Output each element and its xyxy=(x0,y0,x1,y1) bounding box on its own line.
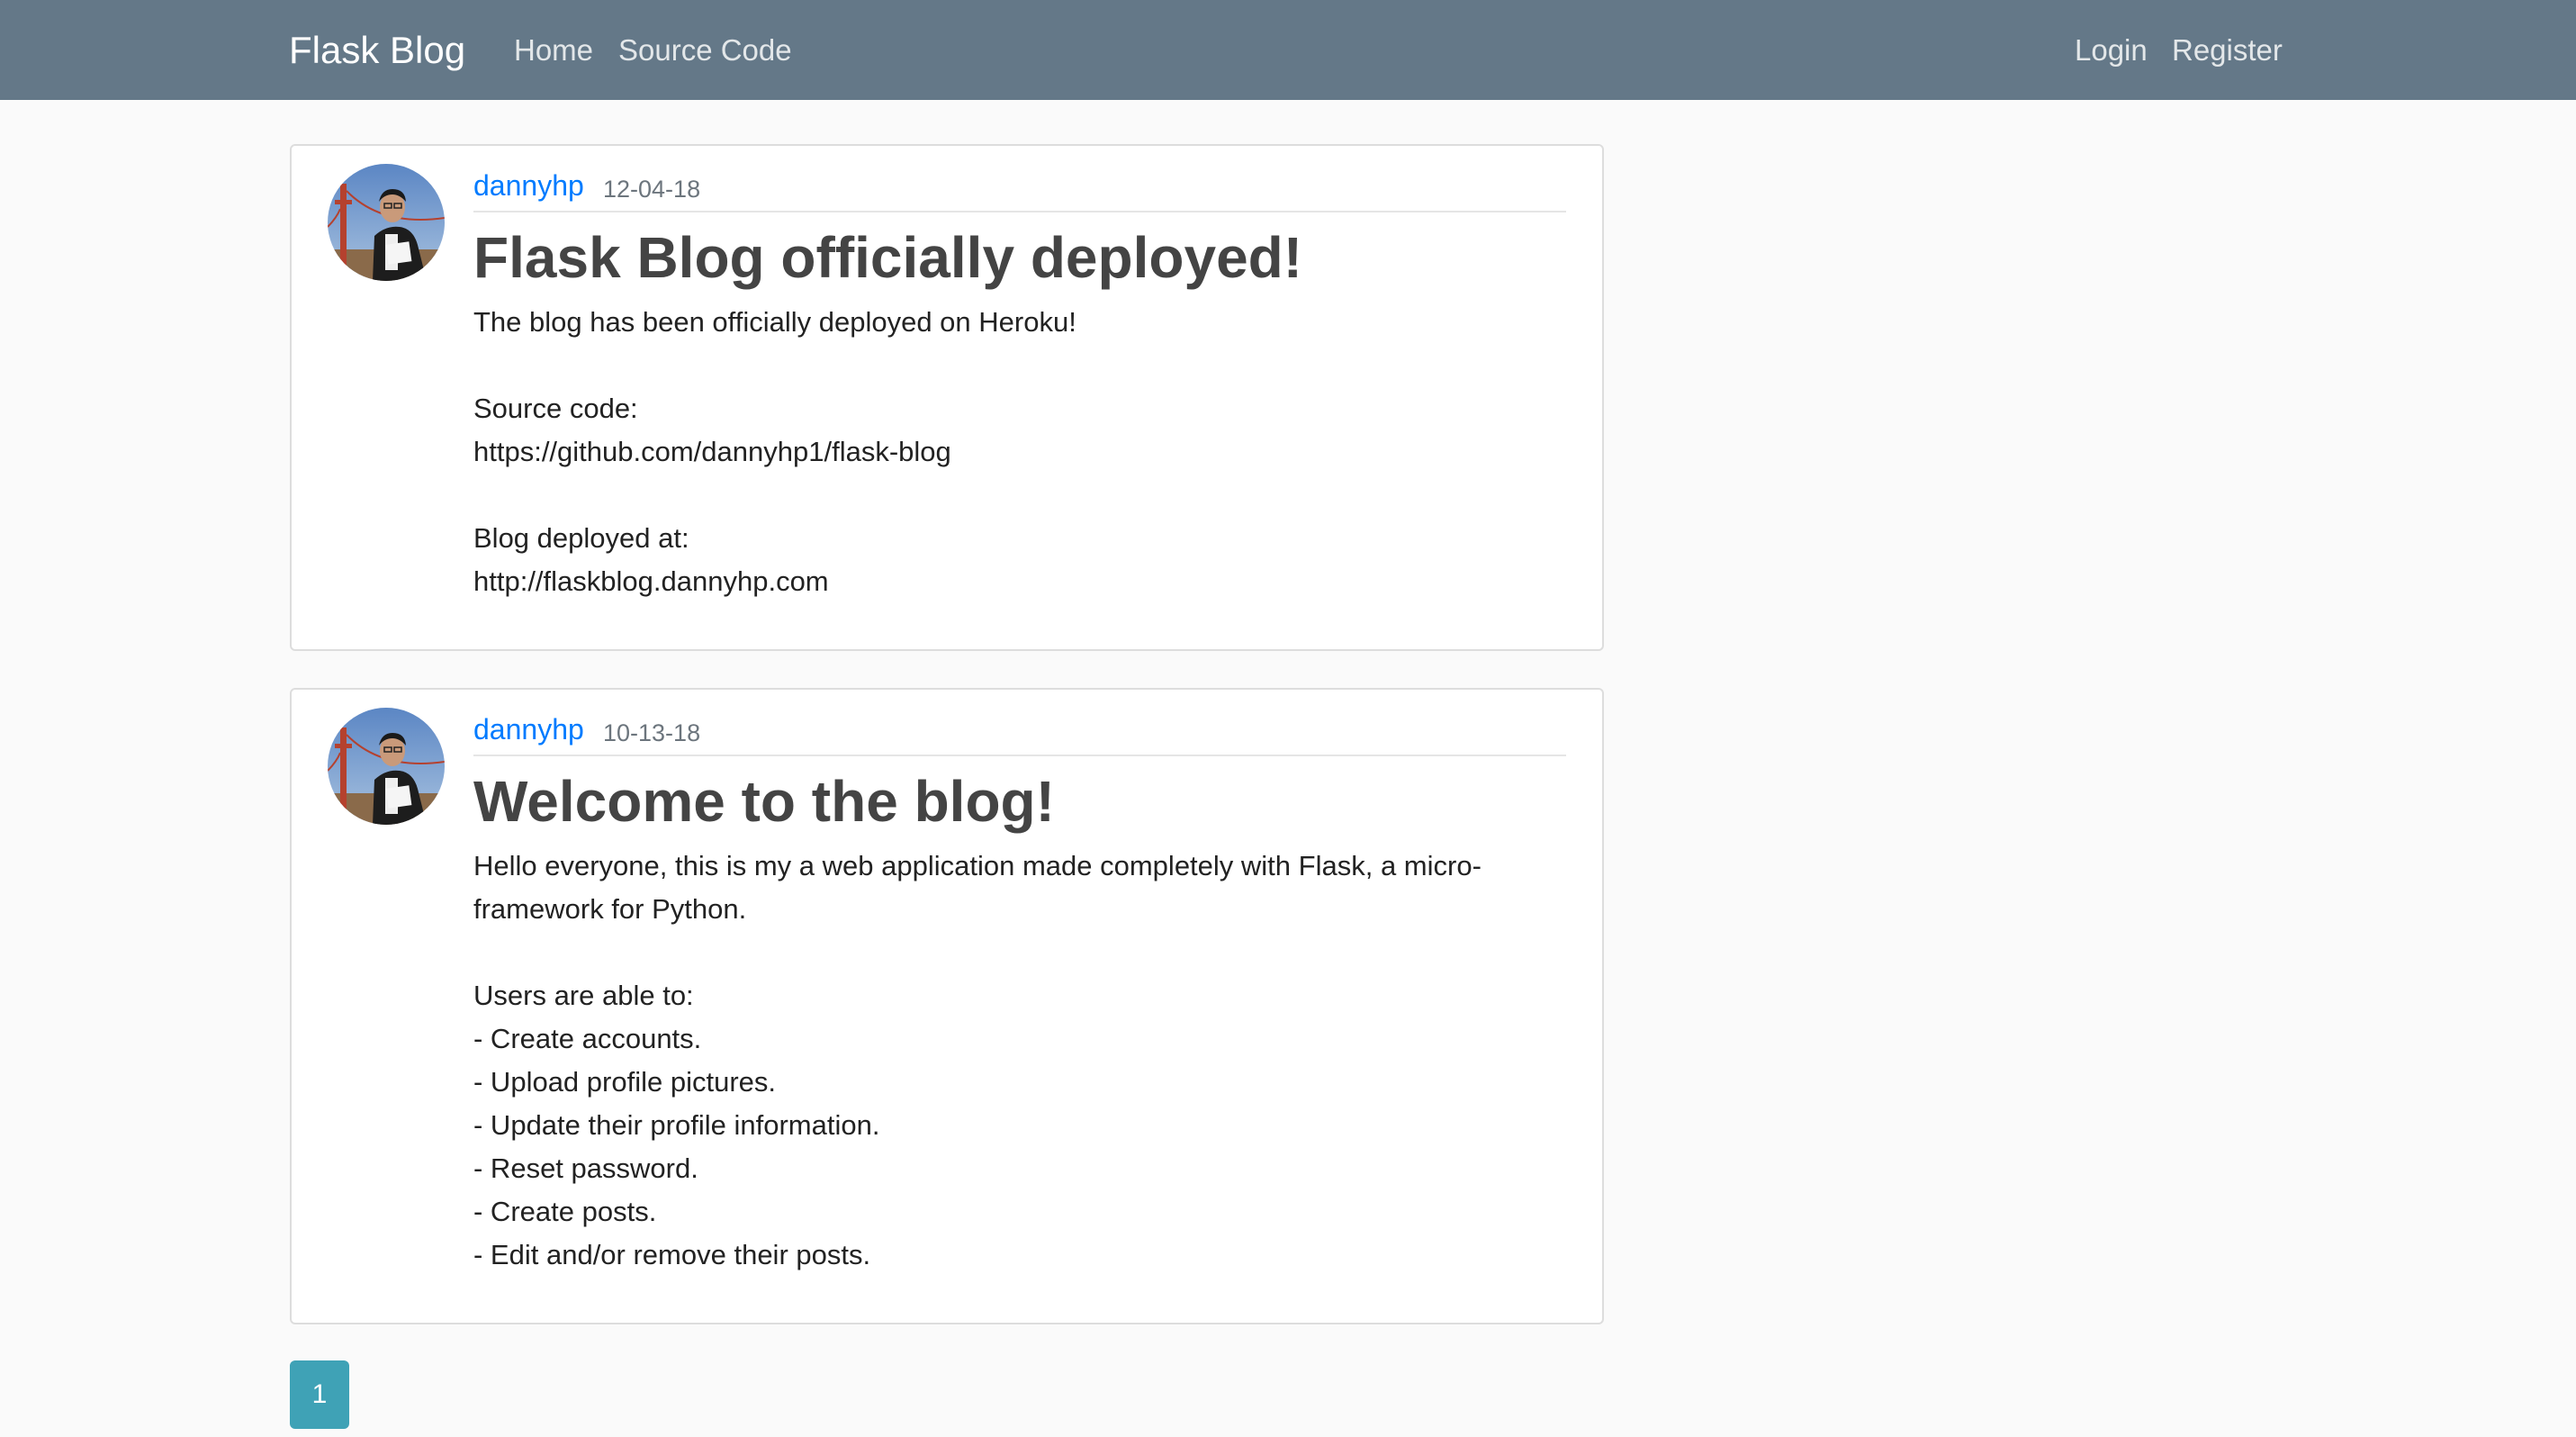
avatar xyxy=(328,708,445,825)
post-date: 12-04-18 xyxy=(603,176,701,203)
author-link[interactable]: dannyhp xyxy=(473,709,584,749)
nav-link-login[interactable]: Login xyxy=(2075,25,2148,76)
post-card: dannyhp 12-04-18 Flask Blog officially d… xyxy=(290,144,1604,651)
post-title[interactable]: Welcome to the blog! xyxy=(473,762,1055,841)
profile-picture-icon xyxy=(328,164,445,281)
pagination-page-1[interactable]: 1 xyxy=(290,1360,349,1429)
brand-logo[interactable]: Flask Blog xyxy=(289,25,465,76)
post-title[interactable]: Flask Blog officially deployed! xyxy=(473,218,1302,297)
post-card: dannyhp 10-13-18 Welcome to the blog! He… xyxy=(290,688,1604,1324)
navbar: Flask Blog Home Source Code Login Regist… xyxy=(0,0,2576,100)
post-date: 10-13-18 xyxy=(603,719,701,746)
nav-link-source-code[interactable]: Source Code xyxy=(618,25,792,76)
nav-link-register[interactable]: Register xyxy=(2172,25,2283,76)
profile-picture-icon xyxy=(328,708,445,825)
avatar xyxy=(328,164,445,281)
post-meta: dannyhp 10-13-18 xyxy=(473,708,1566,756)
post-content: The blog has been officially deployed on… xyxy=(473,306,1076,597)
nav-link-home[interactable]: Home xyxy=(514,25,593,76)
post-content: Hello everyone, this is my a web applica… xyxy=(473,850,1482,1270)
author-link[interactable]: dannyhp xyxy=(473,166,584,205)
post-meta: dannyhp 12-04-18 xyxy=(473,164,1566,212)
